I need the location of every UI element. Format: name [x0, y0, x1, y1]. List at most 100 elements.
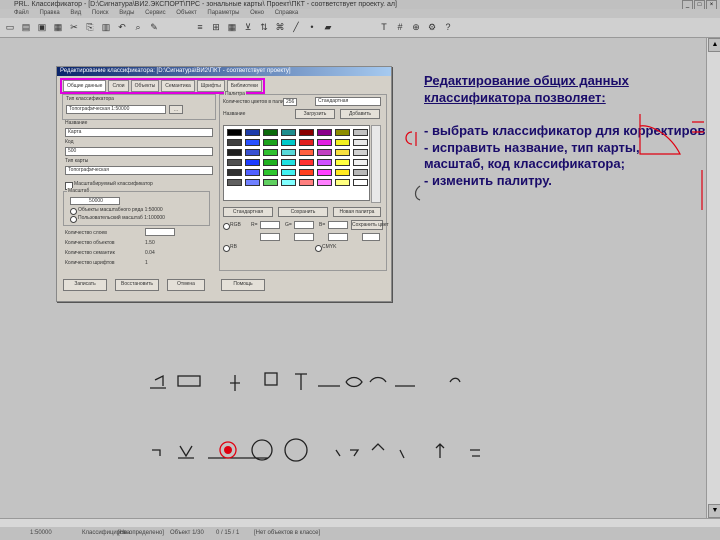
rgb-radio[interactable]: [223, 223, 230, 230]
y-field[interactable]: [328, 233, 348, 241]
scroll-up-arrow[interactable]: ▲: [708, 38, 720, 52]
palette-swatch[interactable]: [353, 139, 368, 146]
menu-params[interactable]: Параметры: [207, 10, 239, 16]
cut-icon[interactable]: ✂: [68, 21, 80, 33]
print-icon[interactable]: ▦: [52, 21, 64, 33]
b-field[interactable]: [328, 221, 348, 229]
menu-edit[interactable]: Правка: [39, 10, 59, 16]
symbol-icon[interactable]: ⌘: [274, 21, 286, 33]
palette-swatch[interactable]: [281, 129, 296, 136]
palette-swatch[interactable]: [317, 179, 332, 186]
palette-swatch[interactable]: [263, 179, 278, 186]
palette-count-field[interactable]: 256: [283, 98, 297, 106]
palette-swatch[interactable]: [281, 179, 296, 186]
palette-swatch[interactable]: [335, 129, 350, 136]
menu-types[interactable]: Виды: [119, 10, 134, 16]
palette-swatch[interactable]: [245, 129, 260, 136]
palette-swatch[interactable]: [227, 139, 242, 146]
edit-icon[interactable]: ✎: [148, 21, 160, 33]
palette-swatch[interactable]: [299, 179, 314, 186]
palette-swatch[interactable]: [353, 149, 368, 156]
menu-search[interactable]: Поиск: [92, 10, 109, 16]
scale-field[interactable]: 50000: [70, 197, 120, 205]
menu-window[interactable]: Окно: [250, 10, 264, 16]
classifier-select[interactable]: Топографическая 1:50000: [66, 105, 166, 114]
m-field[interactable]: [294, 233, 314, 241]
cmyk-radio[interactable]: [315, 245, 322, 252]
palette-scrollbar[interactable]: [371, 125, 381, 203]
close-button[interactable]: ×: [706, 0, 717, 9]
palette-add-button[interactable]: Добавить: [340, 109, 380, 119]
k-field[interactable]: [362, 233, 380, 241]
palette-swatch[interactable]: [245, 169, 260, 176]
classifier-browse-button[interactable]: …: [169, 105, 183, 114]
palette-save-button[interactable]: Сохранить: [278, 207, 328, 217]
save-icon[interactable]: ▣: [36, 21, 48, 33]
point-icon[interactable]: •: [306, 21, 318, 33]
palette-swatch[interactable]: [335, 179, 350, 186]
palette-load-button[interactable]: Загрузить: [295, 109, 335, 119]
new-icon[interactable]: ▭: [4, 21, 16, 33]
palette-swatch[interactable]: [317, 159, 332, 166]
palette-swatch[interactable]: [281, 139, 296, 146]
maximize-button[interactable]: □: [694, 0, 705, 9]
palette-swatch[interactable]: [227, 129, 242, 136]
vertical-scrollbar[interactable]: ▲ ▼: [706, 38, 720, 518]
tab-layers[interactable]: Слои: [108, 80, 129, 92]
menu-help[interactable]: Справка: [275, 10, 299, 16]
palette-swatch[interactable]: [335, 159, 350, 166]
palette-swatch[interactable]: [263, 169, 278, 176]
palette-swatch[interactable]: [299, 129, 314, 136]
r-field[interactable]: [260, 221, 280, 229]
palette-swatch[interactable]: [227, 169, 242, 176]
sort-icon[interactable]: ⇅: [258, 21, 270, 33]
palette-swatch[interactable]: [299, 139, 314, 146]
palette-swatch[interactable]: [281, 169, 296, 176]
palette-swatch[interactable]: [299, 159, 314, 166]
restore-button[interactable]: Восстановить: [115, 279, 159, 291]
palette-swatch[interactable]: [281, 149, 296, 156]
code-field[interactable]: 500: [65, 147, 213, 156]
line-icon[interactable]: ╱: [290, 21, 302, 33]
palette-swatch[interactable]: [317, 149, 332, 156]
palette-swatch[interactable]: [317, 139, 332, 146]
list-icon[interactable]: ≡: [194, 21, 206, 33]
palette-swatch[interactable]: [245, 149, 260, 156]
palette-swatch[interactable]: [335, 169, 350, 176]
palette-swatch[interactable]: [335, 139, 350, 146]
scroll-down-arrow[interactable]: ▼: [708, 504, 720, 518]
palette-select[interactable]: Стандартная: [315, 97, 381, 106]
palette-swatch[interactable]: [227, 159, 242, 166]
menu-object[interactable]: Объект: [176, 10, 196, 16]
palette-swatch[interactable]: [317, 129, 332, 136]
rgb-save-button[interactable]: Сохранить цвет: [351, 220, 389, 230]
tab-semantics[interactable]: Семантика: [161, 80, 195, 92]
palette-swatch[interactable]: [317, 169, 332, 176]
palette-swatch[interactable]: [353, 179, 368, 186]
palette-swatch[interactable]: [335, 149, 350, 156]
palette-new-button[interactable]: Новая палитра: [333, 207, 381, 217]
copy-icon[interactable]: ⎘: [84, 21, 96, 33]
palette-swatch[interactable]: [299, 149, 314, 156]
zoom-icon[interactable]: ⊕: [410, 21, 422, 33]
minimize-button[interactable]: _: [682, 0, 693, 9]
tree-icon[interactable]: ⊞: [210, 21, 222, 33]
palette-grid[interactable]: [223, 125, 370, 201]
text-icon[interactable]: T: [378, 21, 390, 33]
palette-swatch[interactable]: [299, 169, 314, 176]
find-icon[interactable]: ⌕: [132, 21, 144, 33]
palette-swatch[interactable]: [263, 129, 278, 136]
palette-swatch[interactable]: [353, 169, 368, 176]
tab-fonts[interactable]: Шрифты: [196, 80, 225, 92]
tab-general[interactable]: Общие данные: [63, 80, 107, 92]
palette-swatch[interactable]: [263, 139, 278, 146]
palette-swatch[interactable]: [227, 149, 242, 156]
rb-radio[interactable]: [223, 245, 230, 252]
scale-radio-2[interactable]: [70, 216, 77, 223]
menu-view[interactable]: Вид: [70, 10, 81, 16]
palette-swatch[interactable]: [353, 159, 368, 166]
g-field[interactable]: [294, 221, 314, 229]
palette-swatch[interactable]: [263, 149, 278, 156]
c-field[interactable]: [260, 233, 280, 241]
menu-service[interactable]: Сервис: [145, 10, 166, 16]
